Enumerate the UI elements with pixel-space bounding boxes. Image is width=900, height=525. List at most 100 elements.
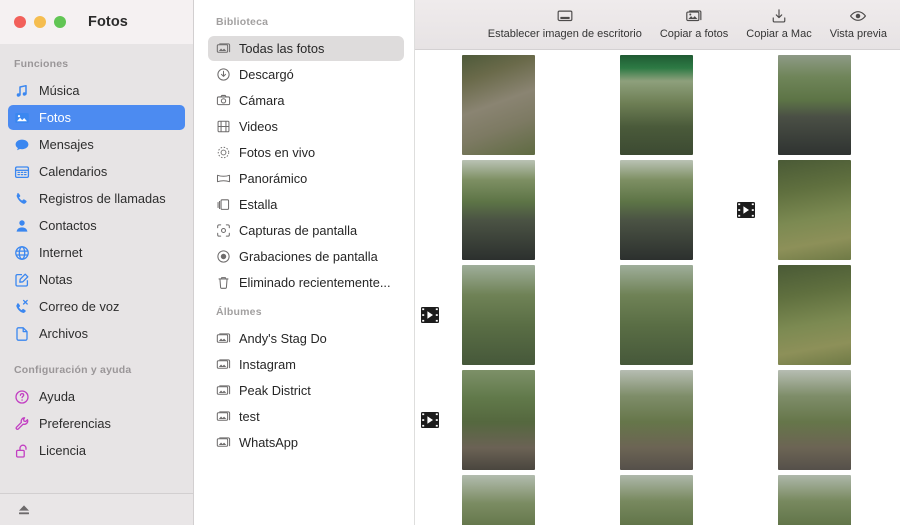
library-item-capturas-de-pantalla[interactable]: Capturas de pantalla xyxy=(208,218,404,243)
photo-thumbnail[interactable] xyxy=(462,160,535,260)
video-badge-icon xyxy=(737,202,755,218)
library-item-panoramico[interactable]: Panorámico xyxy=(208,166,404,191)
library-item-peak-district[interactable]: Peak District xyxy=(208,378,404,403)
page-title: Fotos xyxy=(88,14,128,30)
sidebar-item-ayuda[interactable]: Ayuda xyxy=(8,384,185,409)
voicemail-phone-icon xyxy=(14,299,30,315)
library-item-label: Eliminado recientemente... xyxy=(239,275,391,290)
message-bubble-icon xyxy=(14,137,30,153)
library-item-test[interactable]: test xyxy=(208,404,404,429)
question-circle-icon xyxy=(14,389,30,405)
photo-thumbnail[interactable] xyxy=(462,370,535,470)
screenshot-icon xyxy=(216,223,231,238)
library-item-andys-stag-do[interactable]: Andy's Stag Do xyxy=(208,326,404,351)
library-item-label: Panorámico xyxy=(239,171,308,186)
album-icon xyxy=(216,383,231,398)
live-photo-icon xyxy=(216,145,231,160)
eye-icon xyxy=(849,7,867,25)
sidebar-item-musica[interactable]: Música xyxy=(8,78,185,103)
sidebar-item-correo-de-voz[interactable]: Correo de voz xyxy=(8,294,185,319)
sidebar-item-calendarios[interactable]: Calendarios xyxy=(8,159,185,184)
photo-thumbnail[interactable] xyxy=(778,55,851,155)
video-badge-icon xyxy=(421,307,439,323)
calendar-icon xyxy=(14,164,30,180)
library-item-grabaciones-de-pantalla[interactable]: Grabaciones de pantalla xyxy=(208,244,404,269)
sidebar-item-internet[interactable]: Internet xyxy=(8,240,185,265)
close-button[interactable] xyxy=(14,16,26,28)
note-pencil-icon xyxy=(14,272,30,288)
sidebar-item-label: Fotos xyxy=(39,110,72,125)
photo-thumbnail[interactable] xyxy=(620,475,693,525)
photo-thumbnail[interactable] xyxy=(620,265,693,365)
photo-thumbnail[interactable] xyxy=(462,475,535,525)
preview-button[interactable]: Vista previa xyxy=(821,0,896,40)
sidebar-item-notas[interactable]: Notas xyxy=(8,267,185,292)
photo-icon xyxy=(14,110,30,126)
minimize-button[interactable] xyxy=(34,16,46,28)
photo-thumbnail[interactable] xyxy=(620,370,693,470)
copy-to-photos-button[interactable]: Copiar a fotos xyxy=(651,0,737,40)
library-item-eliminado-recientemente[interactable]: Eliminado recientemente... xyxy=(208,270,404,295)
photo-thumbnail[interactable] xyxy=(778,265,851,365)
sidebar-item-licencia[interactable]: Licencia xyxy=(8,438,185,463)
set-desktop-wallpaper-button[interactable]: Establecer imagen de escritorio xyxy=(479,0,651,40)
film-play-icon xyxy=(421,412,439,428)
library-item-label: Videos xyxy=(239,119,278,134)
library-item-camara[interactable]: Cámara xyxy=(208,88,404,113)
library-item-fotos-en-vivo[interactable]: Fotos en vivo xyxy=(208,140,404,165)
sidebar-item-label: Notas xyxy=(39,272,73,287)
burst-icon xyxy=(216,197,231,212)
phone-icon xyxy=(14,191,30,207)
sidebar-group-title-funciones: Funciones xyxy=(14,58,69,70)
sidebar-item-fotos[interactable]: Fotos xyxy=(8,105,185,130)
photo-thumbnail[interactable] xyxy=(620,55,693,155)
library-item-whatsapp[interactable]: WhatsApp xyxy=(208,430,404,455)
library-item-label: Peak District xyxy=(239,383,311,398)
photo-thumbnail[interactable] xyxy=(462,55,535,155)
photo-thumbnail[interactable] xyxy=(778,160,851,260)
film-play-icon xyxy=(737,202,755,218)
sidebar-footer xyxy=(0,493,193,525)
library-item-label: Cámara xyxy=(239,93,285,108)
video-badge-icon xyxy=(421,412,439,428)
library-item-label: Capturas de pantalla xyxy=(239,223,358,238)
library-item-label: Andy's Stag Do xyxy=(239,331,327,346)
library-item-label: WhatsApp xyxy=(239,435,299,450)
maximize-button[interactable] xyxy=(54,16,66,28)
sidebar-item-label: Mensajes xyxy=(39,137,94,152)
library-item-label: Descargó xyxy=(239,67,294,82)
sidebar-item-archivos[interactable]: Archivos xyxy=(8,321,185,346)
desktop-wallpaper-icon xyxy=(556,7,574,25)
library-item-descargo[interactable]: Descargó xyxy=(208,62,404,87)
sidebar-item-preferencias[interactable]: Preferencias xyxy=(8,411,185,436)
sidebar-item-label: Internet xyxy=(39,245,83,260)
library-item-todas-las-fotos[interactable]: Todas las fotos xyxy=(208,36,404,61)
photo-thumbnail[interactable] xyxy=(778,475,851,525)
sidebar-item-contactos[interactable]: Contactos xyxy=(8,213,185,238)
sidebar-item-label: Licencia xyxy=(39,443,86,458)
film-icon xyxy=(216,119,231,134)
photo-thumbnail[interactable] xyxy=(462,265,535,365)
photo-grid xyxy=(415,50,900,525)
library-item-estalla[interactable]: Estalla xyxy=(208,192,404,217)
library-item-label: Grabaciones de pantalla xyxy=(239,249,378,264)
album-icon xyxy=(216,357,231,372)
eject-icon[interactable] xyxy=(16,502,32,518)
unlock-icon xyxy=(14,443,30,459)
main-content: Establecer imagen de escritorio Copiar a… xyxy=(415,0,900,525)
panorama-icon xyxy=(216,171,231,186)
person-icon xyxy=(14,218,30,234)
library-item-instagram[interactable]: Instagram xyxy=(208,352,404,377)
photo-thumbnail[interactable] xyxy=(778,370,851,470)
trash-icon xyxy=(216,275,231,290)
sidebar-item-mensajes[interactable]: Mensajes xyxy=(8,132,185,157)
sidebar-item-label: Archivos xyxy=(39,326,89,341)
library-item-videos[interactable]: Videos xyxy=(208,114,404,139)
title-bar: Fotos xyxy=(0,0,193,44)
document-icon xyxy=(14,326,30,342)
sidebar-scroll-area: Funciones Música Fotos Mensajes Calendar… xyxy=(0,44,193,493)
download-box-icon xyxy=(770,7,788,25)
photo-thumbnail[interactable] xyxy=(620,160,693,260)
sidebar-item-registros-de-llamadas[interactable]: Registros de llamadas xyxy=(8,186,185,211)
copy-to-mac-button[interactable]: Copiar a Mac xyxy=(737,0,820,40)
